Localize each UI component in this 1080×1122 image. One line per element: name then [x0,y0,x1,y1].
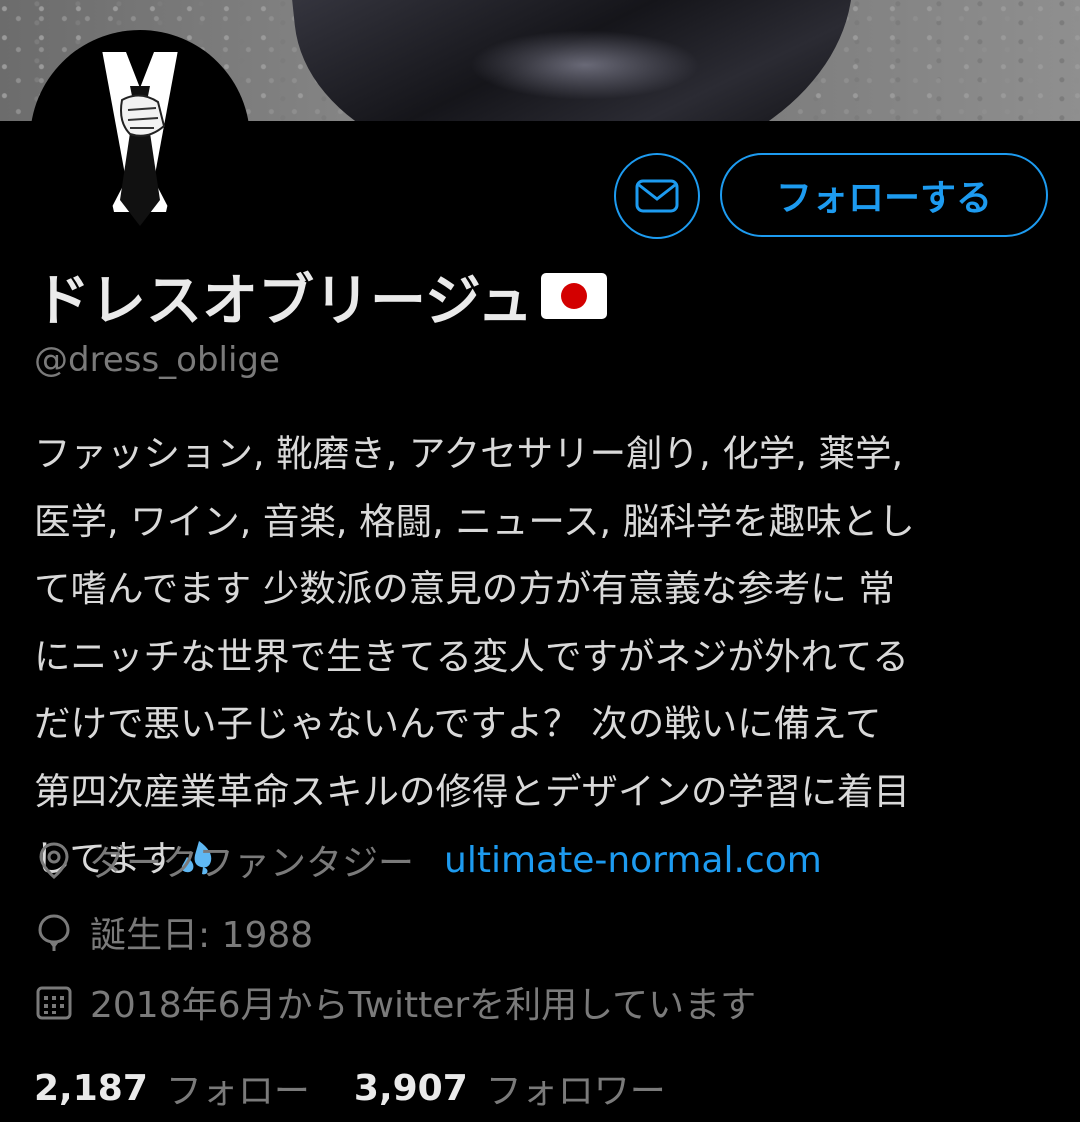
bio-line: 第四次産業革命スキルの修得とデザインの学習に着目 [34,769,910,813]
following-label: フォロー [165,1071,310,1112]
profile-handle: @dress_oblige [34,340,280,380]
following-stat[interactable]: 2,187 フォロー [34,1062,310,1114]
calendar-icon [36,986,72,1020]
bio-line: にニッチな世界で生きてる変人ですがネジが外れてる [34,634,909,678]
website-link[interactable]: ultimate-normal.com [444,840,822,881]
follow-stats: 2,187 フォロー 3,907 フォロワー [34,1062,666,1114]
message-button[interactable] [614,153,700,239]
profile-bio: ファッション, 靴磨き, アクセサリー創り, 化学, 薬学, 医学, ワイン, … [34,420,1049,893]
followers-count: 3,907 [353,1067,468,1109]
follow-button[interactable]: フォローする [720,153,1048,237]
balloon-icon [38,914,70,951]
bio-line: て嗜んでます 少数派の意見の方が有意義な参考に 常 [34,567,895,610]
joined-text: 2018年6月からTwitterを利用しています [90,985,757,1026]
japan-flag-icon [540,273,607,319]
joined-row: 2018年6月からTwitterを利用しています [34,974,756,1030]
birthday-row: 誕生日: 1988 [34,904,313,960]
location-pin-icon [39,842,69,879]
profile-display-name: ドレスオブリージュ [34,256,607,336]
bio-line: だけで悪い子じゃないんですよ？ 次の戦いに備えて [34,702,882,745]
suit-tie-avatar-icon [60,50,220,230]
birthday-text: 誕生日: 1988 [90,915,314,956]
followers-stat[interactable]: 3,907 フォロワー [354,1062,666,1114]
envelope-icon [635,179,679,213]
display-name-text: ドレスオブリージュ [34,268,533,334]
location-text: ダークファンタジー [90,843,415,884]
bio-line: 医学, ワイン, 音楽, 格闘, ニュース, 脳科学を趣味とし [34,499,915,543]
location-row: ダークファンタジー ultimate-normal.com [34,832,822,888]
bio-line: ファッション, 靴磨き, アクセサリー創り, 化学, 薬学, [34,432,904,475]
following-count: 2,187 [34,1067,148,1109]
avatar[interactable] [30,30,250,250]
followers-label: フォロワー [485,1071,666,1112]
